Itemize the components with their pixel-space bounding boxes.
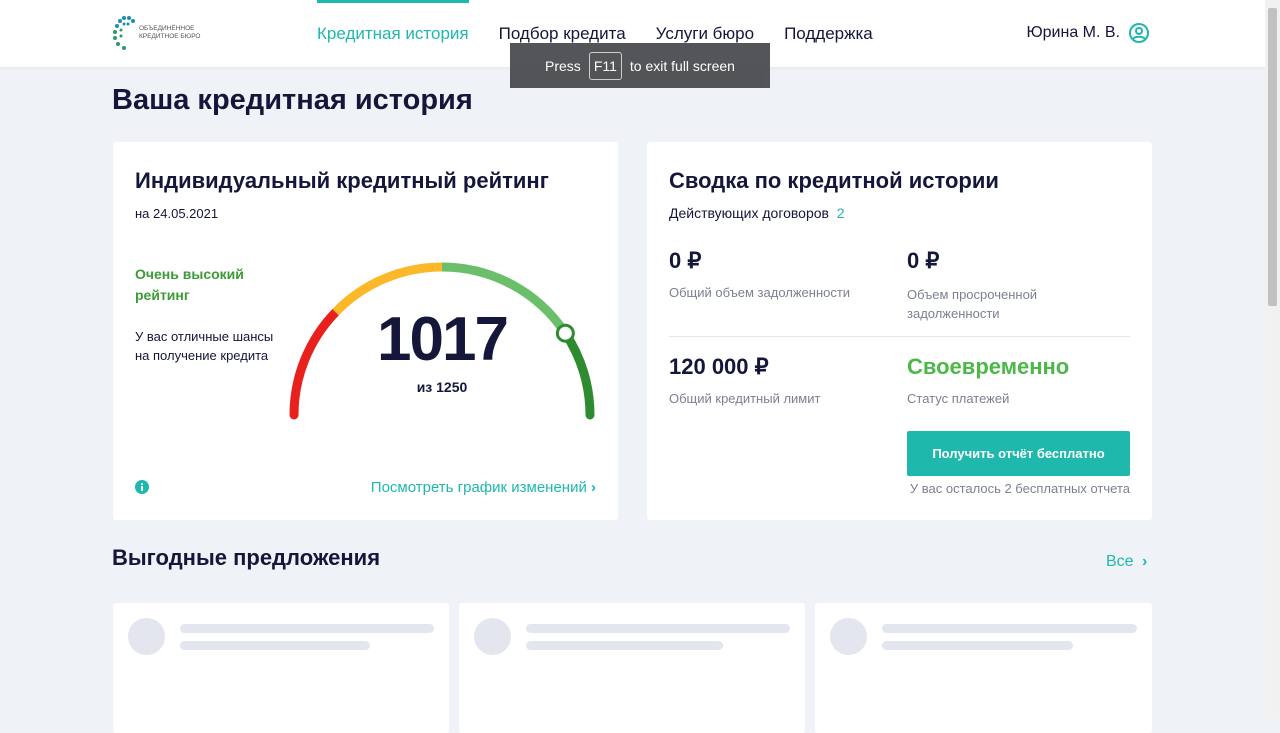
offers-title: Выгодные предложения xyxy=(112,545,381,570)
fullscreen-toast: Press F11 to exit full screen xyxy=(510,43,770,88)
total-debt-label: Общий объем задолженности xyxy=(669,285,851,300)
skeleton-line xyxy=(180,624,434,633)
nav-support[interactable]: Поддержка xyxy=(784,0,873,67)
info-icon[interactable] xyxy=(135,480,149,494)
page-title: Ваша кредитная история xyxy=(112,84,473,116)
logo-dots-icon xyxy=(113,16,135,50)
chevron-right-icon: › xyxy=(591,479,596,496)
payment-status-value: Своевременно xyxy=(907,354,1070,379)
nav-credit-history[interactable]: Кредитная история xyxy=(317,0,469,67)
chevron-right-icon: › xyxy=(1142,553,1148,570)
skeleton-avatar xyxy=(830,618,867,655)
credit-limit-label: Общий кредитный лимит xyxy=(669,391,821,406)
offers-all-link[interactable]: Все › xyxy=(1106,553,1147,571)
total-debt-value: 0 ₽ xyxy=(669,248,702,273)
logo-text: Объединённое кредитное бюро xyxy=(139,25,201,40)
skeleton-avatar xyxy=(474,618,511,655)
view-changes-link[interactable]: Посмотреть график изменений › xyxy=(371,479,596,496)
skeleton-line xyxy=(526,641,723,650)
contracts-row: Действующих договоров 2 xyxy=(669,205,845,221)
rating-card: Индивидуальный кредитный рейтинг на 24.0… xyxy=(113,142,618,520)
rating-description: У вас отличные шансы на получение кредит… xyxy=(135,329,274,363)
offer-card-placeholder[interactable] xyxy=(815,603,1152,733)
contracts-count[interactable]: 2 xyxy=(837,205,845,221)
toast-text: Press xyxy=(545,57,581,74)
view-changes-label: Посмотреть график изменений xyxy=(370,479,587,496)
summary-title: Сводка по кредитной истории xyxy=(669,168,999,193)
skeleton-line xyxy=(526,624,790,633)
rating-max: из 1250 xyxy=(416,379,468,395)
skeleton-line xyxy=(180,641,370,650)
skeleton-avatar xyxy=(128,618,165,655)
rating-score: 1017 xyxy=(377,305,509,374)
gauge-dark-green-segment xyxy=(560,328,595,420)
user-menu[interactable]: Юрина М. В. xyxy=(1026,22,1150,44)
toast-text-end: to exit full screen xyxy=(629,57,735,74)
overdue-label: Объем просроченной задолженности xyxy=(907,287,1038,321)
offers-all-label: Все xyxy=(1106,553,1134,570)
payment-status-label: Статус платежей xyxy=(907,391,1010,406)
offer-card-placeholder[interactable] xyxy=(459,603,805,733)
rating-date: на 24.05.2021 xyxy=(135,206,219,221)
rating-level: Очень высокий рейтинг xyxy=(135,266,244,303)
logo[interactable]: Объединённое кредитное бюро xyxy=(112,15,209,51)
get-free-report-button[interactable]: Получить отчёт бесплатно xyxy=(907,431,1130,476)
gauge-red-segment xyxy=(289,307,341,420)
overdue-value: 0 ₽ xyxy=(907,248,940,273)
scrollbar-thumb[interactable] xyxy=(1268,8,1277,306)
gauge-marker xyxy=(555,323,575,343)
scrollbar[interactable] xyxy=(1265,0,1280,719)
skeleton-line xyxy=(882,641,1073,650)
divider xyxy=(669,336,1130,337)
user-name: Юрина М. В. xyxy=(1026,24,1120,41)
rating-title: Индивидуальный кредитный рейтинг xyxy=(135,168,549,193)
remaining-reports: У вас осталось 2 бесплатных отчета xyxy=(909,481,1130,496)
user-avatar-icon xyxy=(1129,23,1149,43)
skeleton-line xyxy=(882,624,1137,633)
offer-card-placeholder[interactable] xyxy=(113,603,449,733)
contracts-label: Действующих договоров xyxy=(669,205,829,221)
credit-limit-value: 120 000 ₽ xyxy=(669,354,769,379)
toast-key: F11 xyxy=(588,51,622,80)
summary-card: Сводка по кредитной истории Действующих … xyxy=(647,142,1152,520)
